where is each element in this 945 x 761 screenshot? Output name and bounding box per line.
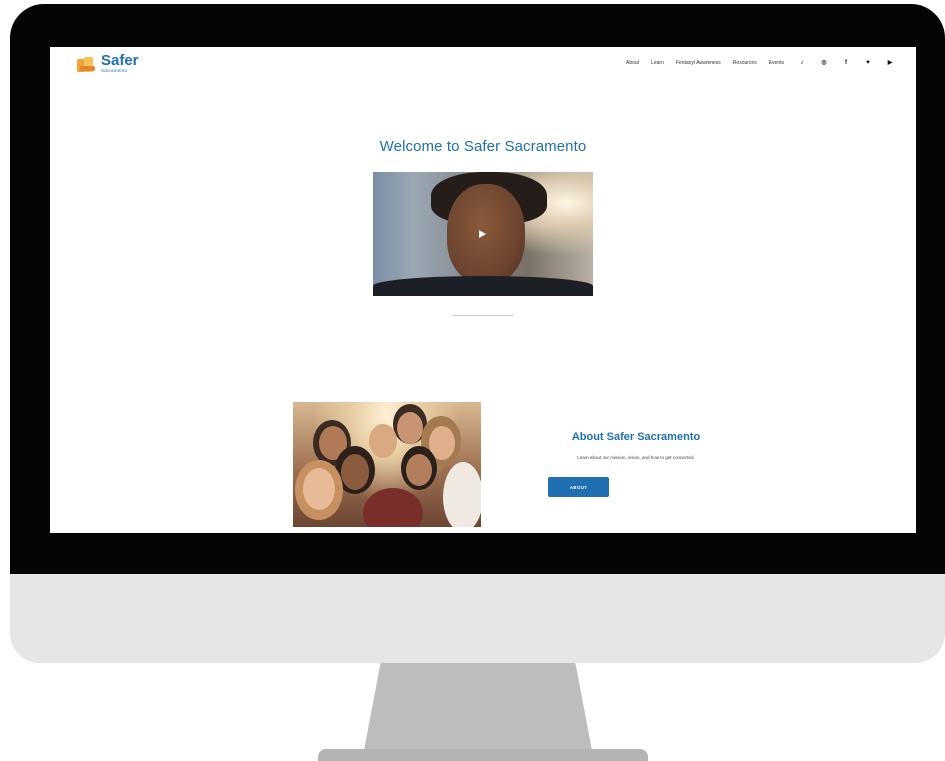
hero-title: Welcome to Safer Sacramento xyxy=(379,138,587,155)
play-icon[interactable] xyxy=(479,230,486,238)
main-nav: About Learn Fentanyl Awareness Resources… xyxy=(614,59,894,67)
instagram-icon[interactable]: ◎ xyxy=(820,59,828,66)
about-title: About Safer Sacramento xyxy=(571,431,701,443)
nav-item-events[interactable]: Events xyxy=(769,60,784,66)
youtube-icon[interactable]: ▶ xyxy=(886,59,894,66)
hero-video[interactable] xyxy=(373,172,593,296)
website-screen: Safer Sacramento About Learn Fentanyl Aw… xyxy=(50,47,916,533)
nav-item-resources[interactable]: Resources xyxy=(733,60,757,66)
nav-item-fentanyl-awareness[interactable]: Fentanyl Awareness xyxy=(676,60,721,66)
monitor-chin xyxy=(10,574,945,663)
logo-name: Safer xyxy=(101,52,139,69)
about-description: Learn about our mission, vision, and how… xyxy=(577,455,695,460)
tiktok-icon[interactable]: ♪ xyxy=(798,60,806,66)
twitter-icon[interactable]: ✦ xyxy=(864,59,872,66)
about-button[interactable]: ABOUT xyxy=(548,477,609,497)
logo-mark-icon xyxy=(77,55,98,75)
nav-item-learn[interactable]: Learn xyxy=(651,60,664,66)
facebook-icon[interactable]: f xyxy=(842,60,850,66)
nav-item-about[interactable]: About xyxy=(626,60,639,66)
monitor-base xyxy=(318,749,648,761)
section-divider xyxy=(452,315,514,316)
site-logo[interactable]: Safer Sacramento xyxy=(77,53,139,75)
monitor-stand xyxy=(362,663,594,761)
monitor-mockup: Safer Sacramento About Learn Fentanyl Aw… xyxy=(0,0,945,761)
logo-subtitle: Sacramento xyxy=(101,68,128,73)
group-photo xyxy=(293,402,481,527)
